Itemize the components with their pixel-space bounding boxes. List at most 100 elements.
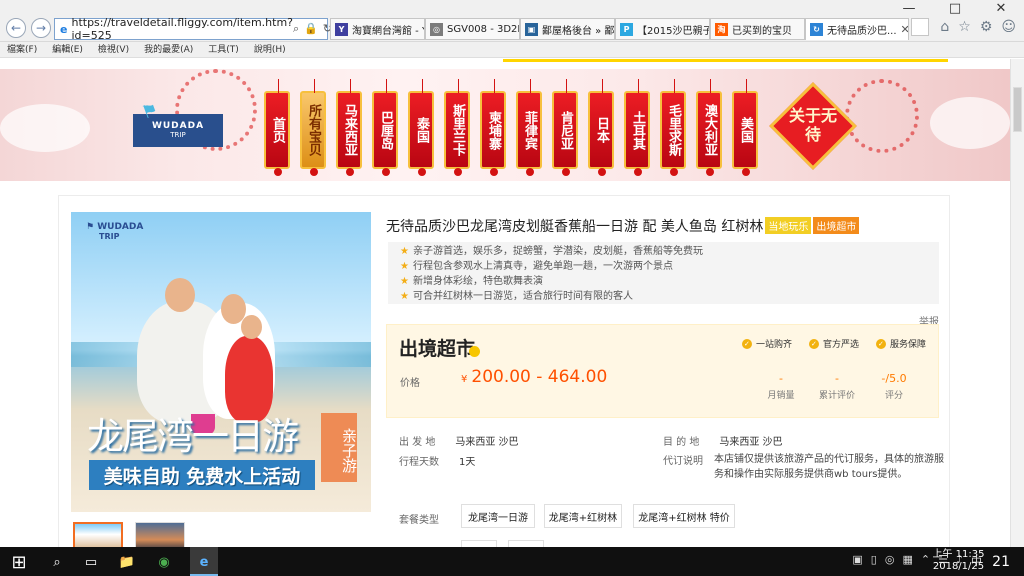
menu-edit[interactable]: 編輯(E)	[52, 42, 83, 57]
service-note: 本店铺仅提供该旅游产品的代订服务，具体的旅游服务和操作由实际服务提供商wb to…	[714, 454, 944, 480]
package-label: 套餐类型	[399, 515, 439, 526]
nav-all-products[interactable]: 所有宝贝	[300, 79, 326, 176]
settings-icon[interactable]: ⚙	[980, 19, 993, 35]
total-reviews: - 累计评价	[808, 372, 866, 401]
scrollbar-thumb[interactable]	[1013, 87, 1022, 132]
nav-bali[interactable]: 巴厘岛	[372, 79, 398, 176]
page-scrollbar[interactable]	[1010, 59, 1024, 547]
price-label: 价格	[400, 378, 420, 389]
url-text[interactable]: https://traveldetail.fliggy.com/item.htm…	[71, 16, 293, 42]
nav-malaysia[interactable]: 马来西亚	[336, 79, 362, 176]
outbound-market-logo: 出境超市	[399, 334, 486, 361]
package-longtail-mangrove-special[interactable]: 龙尾湾+红树林 特价	[633, 504, 735, 528]
minimize-button[interactable]: —	[886, 0, 932, 16]
tab-sabah-family[interactable]: P 【2015沙巴親子...	[615, 18, 710, 40]
back-icon[interactable]: ←	[6, 18, 26, 38]
nav-kenya[interactable]: 肯尼亚	[552, 79, 578, 176]
chrome-icon[interactable]: ◉	[155, 553, 173, 571]
window-controls: — □ ✕	[886, 0, 1024, 16]
tray-icon[interactable]: ▣	[852, 553, 862, 569]
thumbnail-1[interactable]	[73, 522, 123, 547]
browser-toolbar: ← → e https://traveldetail.fliggy.com/it…	[0, 0, 1024, 42]
new-tab-button[interactable]	[911, 18, 929, 36]
address-bar[interactable]: e https://traveldetail.fliggy.com/item.h…	[54, 16, 332, 42]
close-button[interactable]: ✕	[978, 0, 1024, 16]
tray-icon[interactable]: ▦	[902, 553, 912, 569]
package-longtail-day[interactable]: 龙尾湾一日游	[461, 504, 535, 528]
search-bar-edge	[503, 59, 948, 62]
restore-button[interactable]: □	[932, 0, 978, 16]
about-us-link[interactable]: 关于无待	[782, 100, 844, 150]
tray-icon[interactable]: ◎	[885, 553, 895, 569]
brand-trip: TRIP	[170, 131, 186, 139]
search-icon[interactable]: ⌕	[293, 22, 299, 36]
menu-favorites[interactable]: 我的最愛(A)	[144, 42, 193, 57]
page-icon: ▣	[525, 22, 538, 36]
tab-taobao-taiwan[interactable]: Y 淘寶網台灣館 - Y...	[330, 18, 425, 40]
nav-cambodia[interactable]: 柬埔寨	[480, 79, 506, 176]
destination-row: 目 的 地 马来西亚 沙巴	[663, 433, 783, 448]
smiley-icon[interactable]: ☺	[1001, 19, 1016, 35]
nav-turkey[interactable]: 土耳其	[624, 79, 650, 176]
monthly-sales-label: 月销量	[767, 391, 795, 401]
nav-thailand[interactable]: 泰国	[408, 79, 434, 176]
clock-time: 上午 11:35	[932, 549, 985, 560]
nav-mauritius[interactable]: 毛里求斯	[660, 79, 686, 176]
main-product-image[interactable]: ⚑ WUDADA TRIP 龙尾湾一日游 亲子游 美味自助 免费水上活动	[71, 212, 371, 512]
outbound-market-tag: 出境超市	[813, 217, 860, 234]
menu-bar: 檔案(F) 編輯(E) 檢視(V) 我的最愛(A) 工具(T) 說明(H)	[0, 42, 1024, 58]
notification-center-icon[interactable]: 21	[992, 554, 1010, 570]
nav-australia[interactable]: 澳大利亚	[696, 79, 722, 176]
destination-label: 目 的 地	[663, 437, 700, 448]
nav-usa[interactable]: 美国	[732, 79, 758, 176]
system-clock[interactable]: 上午 11:35 2018/1/25	[931, 549, 986, 573]
product-panel: ⚑ WUDADA TRIP 龙尾湾一日游 亲子游 美味自助 免费水上活动 无待品质…	[58, 195, 950, 547]
feature-item: ★ 可合并红树林一日游览，适合旅行时间有限的客人	[400, 289, 939, 304]
home-icon[interactable]: ⌂	[940, 19, 949, 35]
menu-file[interactable]: 檔案(F)	[7, 42, 37, 57]
browser-tabs: Y 淘寶網台灣館 - Y... ◎ SGV008 - 3D2N ... ▣ 鄙屋格後台…	[330, 18, 929, 40]
one-stop-guarantee: ✓ 一站购齐	[741, 337, 792, 350]
feature-item: ★ 新增身体彩绘，特色歌舞表演	[400, 274, 939, 289]
tab-purchased-items[interactable]: 淘已买到的宝贝	[710, 18, 805, 40]
store-logo[interactable]: ⚑ WUDADA TRIP	[133, 99, 223, 147]
child-head	[241, 315, 262, 339]
tab-current-product[interactable]: ↻ 无待品质沙巴... ✕	[805, 18, 909, 40]
nav-japan[interactable]: 日本	[588, 79, 614, 176]
tray-icon[interactable]: ▯	[871, 553, 877, 569]
nav-home[interactable]: 首页	[264, 79, 290, 176]
family-trip-badge: 亲子游	[321, 413, 358, 482]
site-icon: ◎	[430, 22, 443, 36]
tab-label: 淘寶網台灣館 - Y...	[352, 25, 424, 37]
tab-backend[interactable]: ▣ 鄙屋格後台 » 鄙...	[520, 18, 615, 40]
local-play-tag: 当地玩乐	[765, 217, 812, 234]
tab-sgv008[interactable]: ◎ SGV008 - 3D2N ...	[425, 18, 520, 40]
web-page: ⚑ WUDADA TRIP 首页 所有宝贝 马来西亚 巴厘岛 泰国 斯里兰卡 柬埔寨…	[0, 59, 1010, 547]
departure-row: 出 发 地 马来西亚 沙巴	[399, 433, 519, 448]
days-row: 行程天数 1天	[399, 453, 475, 468]
favorites-icon[interactable]: ☆	[958, 19, 971, 35]
file-explorer-icon[interactable]: 📁	[118, 553, 136, 571]
package-option[interactable]	[461, 540, 497, 547]
show-hidden-icons-icon[interactable]: ⌃	[921, 553, 930, 569]
loading-icon: ↻	[810, 23, 823, 36]
internet-explorer-icon[interactable]: e	[195, 553, 213, 571]
menu-help[interactable]: 說明(H)	[254, 42, 286, 57]
search-icon[interactable]: ⌕	[48, 553, 66, 571]
nav-sri-lanka[interactable]: 斯里兰卡	[444, 79, 470, 176]
forward-icon[interactable]: →	[31, 18, 51, 38]
price-range: 200.00 - 464.00	[471, 367, 608, 387]
menu-view[interactable]: 檢視(V)	[98, 42, 129, 57]
package-longtail-mangrove[interactable]: 龙尾湾+红树林	[544, 504, 622, 528]
travel-details: 出 发 地 马来西亚 沙巴 行程天数 1天 目 的 地 马来西亚 沙巴 代订说明 本店…	[399, 433, 944, 488]
nav-philippines[interactable]: 菲律宾	[516, 79, 542, 176]
close-tab-icon[interactable]: ✕	[901, 23, 908, 36]
windows-start-icon[interactable]: ⊞	[10, 552, 28, 573]
thumbnail-2[interactable]	[135, 522, 185, 547]
task-view-icon[interactable]: ▭	[82, 553, 100, 571]
service-label: 代订说明	[663, 456, 703, 467]
menu-tools[interactable]: 工具(T)	[208, 42, 239, 57]
star-icon: ★	[400, 261, 409, 272]
package-option[interactable]	[508, 540, 544, 547]
outbound-market-box: 出境超市 ✓ 一站购齐 ✓ 官方严选 ✓ 服务保障 价格 ¥200.00 - 464.…	[386, 324, 939, 418]
